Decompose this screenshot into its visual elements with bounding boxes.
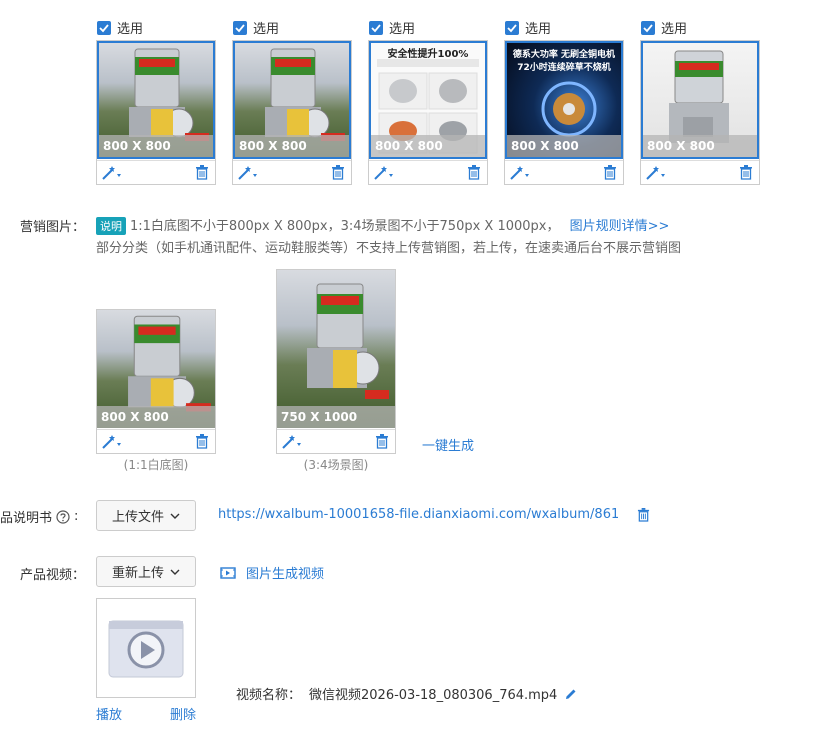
magic-wand-icon[interactable] [373, 164, 395, 182]
info-badge: 说明 [96, 217, 126, 235]
main-image-card[interactable]: 800 X 800 [96, 40, 216, 185]
help-circle-icon[interactable] [56, 509, 70, 524]
marketing-label: 营销图片： [20, 220, 86, 235]
select-checkbox-3[interactable]: 选用 [369, 18, 415, 37]
checkbox-label: 选用 [253, 22, 280, 37]
magic-wand-icon[interactable] [509, 164, 531, 182]
marketing-square-image[interactable]: 800 X 800 [97, 310, 215, 428]
square-caption: (1:1白底图) [123, 458, 189, 472]
trash-icon[interactable] [375, 433, 389, 449]
manual-label: 品说明书 [0, 511, 53, 526]
magic-wand-icon[interactable] [101, 433, 123, 451]
portrait-caption: (3:4场景图) [303, 458, 369, 472]
marketing-square-card[interactable]: 800 X 800 [96, 309, 216, 454]
trash-icon[interactable] [467, 164, 481, 180]
upload-file-button[interactable]: 上传文件 [96, 500, 196, 531]
select-checkbox-1[interactable]: 选用 [97, 18, 143, 37]
magic-wand-icon[interactable] [237, 164, 259, 182]
checkbox-label: 选用 [117, 22, 144, 37]
upload-file-label: 上传文件 [111, 510, 164, 525]
product-image[interactable]: 800 X 800 [233, 41, 351, 159]
reupload-button[interactable]: 重新上传 [96, 556, 196, 587]
checkbox-label: 选用 [661, 22, 688, 37]
image-rules-link[interactable]: 图片规则详情>> [570, 219, 670, 234]
magic-wand-icon[interactable] [281, 433, 303, 451]
product-image[interactable]: 安全性提升100% 800 X 800 [369, 41, 487, 159]
chevron-down-icon [170, 513, 180, 519]
trash-icon[interactable] [637, 507, 650, 522]
generate-video-label: 图片生成视频 [246, 567, 325, 582]
video-name-label: 视频名称： [236, 688, 302, 703]
marketing-portrait-card[interactable]: 750 X 1000 [276, 269, 396, 454]
checkbox-checked-icon [97, 20, 111, 35]
chevron-down-icon [170, 569, 180, 575]
generate-video-link[interactable]: 图片生成视频 [220, 563, 324, 582]
main-image-card[interactable]: 800 X 800 [640, 40, 760, 185]
image-dimension: 800 X 800 [97, 406, 215, 428]
image-dimension: 800 X 800 [507, 135, 621, 157]
main-image-card[interactable]: 安全性提升100% 800 X 800 [368, 40, 488, 185]
image-dimension: 800 X 800 [371, 135, 485, 157]
product-image[interactable]: 德系大功率 无刷全铜电机 72小时连续碎草不烧机 800 X 800 [505, 41, 623, 159]
video-name-row: 视频名称： 微信视频2026-03-18_080306_764.mp4 [236, 684, 577, 703]
video-thumbnail[interactable] [96, 598, 196, 698]
manual-file-link[interactable]: https://wxalbum-10001658-file.dianxiaomi… [218, 507, 618, 522]
checkbox-checked-icon [233, 20, 247, 35]
shredder-machine-illustration [307, 283, 389, 399]
image-dimension: 750 X 1000 [277, 406, 395, 428]
checkbox-checked-icon [641, 20, 655, 35]
image-dimension: 800 X 800 [99, 135, 213, 157]
magic-wand-icon[interactable] [101, 164, 123, 182]
video-label: 产品视频： [20, 568, 86, 583]
main-image-card[interactable]: 800 X 800 [232, 40, 352, 185]
checkbox-label: 选用 [389, 22, 416, 37]
checkbox-checked-icon [369, 20, 383, 35]
edit-pencil-icon[interactable] [565, 688, 577, 700]
select-checkbox-5[interactable]: 选用 [641, 18, 687, 37]
trash-icon[interactable] [603, 164, 617, 180]
image-dimension: 800 X 800 [643, 135, 757, 157]
film-icon [220, 566, 236, 579]
product-image[interactable]: 800 X 800 [641, 41, 759, 159]
one-click-generate-link[interactable]: 一键生成 [422, 435, 474, 454]
video-play-icon [108, 620, 184, 678]
manual-label-wrap: 品说明书 : [0, 509, 79, 526]
select-checkbox-4[interactable]: 选用 [505, 18, 551, 37]
marketing-note: 部分分类（如手机通讯配件、运动鞋服类等）不支持上传营销图，若上传，在速卖通后台不… [96, 241, 682, 256]
marketing-rule-text: 1:1白底图不小于800px X 800px，3:4场景图不小于750px X … [130, 219, 560, 234]
trash-icon[interactable] [331, 164, 345, 180]
reupload-label: 重新上传 [111, 566, 164, 581]
product-image[interactable]: 800 X 800 [97, 41, 215, 159]
magic-wand-icon[interactable] [645, 164, 667, 182]
main-image-card[interactable]: 德系大功率 无刷全铜电机 72小时连续碎草不烧机 800 X 800 [504, 40, 624, 185]
marketing-portrait-image[interactable]: 750 X 1000 [277, 270, 395, 428]
trash-icon[interactable] [739, 164, 753, 180]
select-checkbox-2[interactable]: 选用 [233, 18, 279, 37]
checkbox-label: 选用 [525, 22, 552, 37]
trash-icon[interactable] [195, 164, 209, 180]
video-name-value: 微信视频2026-03-18_080306_764.mp4 [309, 688, 558, 703]
trash-icon[interactable] [195, 433, 209, 449]
checkbox-checked-icon [505, 20, 519, 35]
delete-video-link[interactable]: 删除 [170, 704, 196, 723]
marketing-rules: 说明 1:1白底图不小于800px X 800px，3:4场景图不小于750px … [96, 215, 669, 235]
play-video-link[interactable]: 播放 [96, 704, 122, 723]
image-dimension: 800 X 800 [235, 135, 349, 157]
